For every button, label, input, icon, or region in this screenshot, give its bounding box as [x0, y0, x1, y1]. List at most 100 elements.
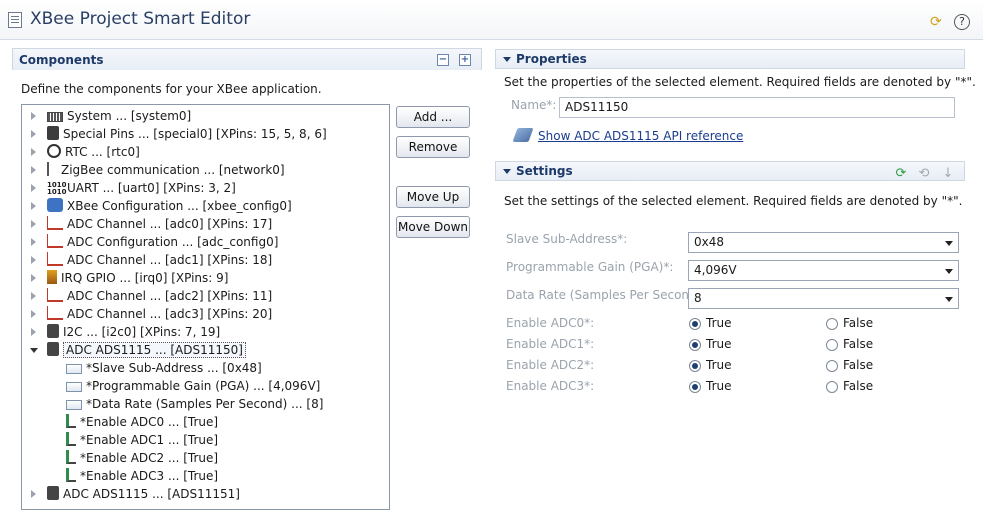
tree-item-ads11151[interactable]: ADC ADS1115 ... [ADS11151]	[31, 485, 240, 503]
refresh-icon[interactable]: ⟳	[893, 166, 909, 182]
collapse-section-icon[interactable]	[503, 169, 511, 174]
tree-item-special-pins[interactable]: Special Pins ... [special0] [XPins: 15, …	[31, 125, 327, 143]
enable-adc2-true-radio[interactable]	[689, 360, 701, 372]
tree-item-adc0[interactable]: ADC Channel ... [adc0] [XPins: 17]	[31, 215, 272, 233]
expand-arrow-icon[interactable]	[31, 220, 36, 228]
settings-description: Set the settings of the selected element…	[504, 194, 963, 208]
enable-adc0-label: Enable ADC0*:	[506, 316, 595, 330]
gain-select[interactable]: 4,096V	[688, 260, 959, 281]
enable-adc0-false-radio[interactable]	[826, 318, 838, 330]
tree-item-adc1[interactable]: ADC Channel ... [adc1] [XPins: 18]	[31, 251, 272, 269]
i2c-icon	[47, 324, 59, 338]
adc-icon	[47, 252, 63, 266]
move-down-button[interactable]: Move Down	[396, 216, 470, 238]
tree-item-adc2[interactable]: ADC Channel ... [adc2] [XPins: 11]	[31, 287, 272, 305]
slave-address-select[interactable]: 0x48	[688, 232, 959, 253]
properties-header[interactable]: Properties	[495, 49, 965, 69]
book-icon	[512, 128, 534, 142]
i2c-icon	[47, 342, 59, 356]
clock-icon	[47, 144, 61, 158]
api-reference-link[interactable]: Show ADC ADS1115 API reference	[538, 129, 743, 143]
components-tree[interactable]: System ... [system0] Special Pins ... [s…	[21, 104, 390, 510]
expand-arrow-icon[interactable]	[31, 166, 36, 174]
radio-label: False	[843, 358, 874, 372]
expand-arrow-icon[interactable]	[31, 184, 36, 192]
property-icon	[66, 364, 82, 374]
expand-arrow-icon[interactable]	[31, 256, 36, 264]
data-rate-label: Data Rate (Samples Per Second)*:	[506, 288, 712, 302]
property-icon	[66, 382, 82, 392]
add-button[interactable]: Add ...	[396, 106, 470, 128]
enable-adc1-true-radio[interactable]	[689, 339, 701, 351]
expand-arrow-icon[interactable]	[31, 202, 36, 210]
i2c-icon	[47, 486, 59, 500]
boolean-icon	[66, 468, 76, 482]
refresh-icon[interactable]: ⟳	[930, 14, 946, 30]
collapse-all-icon[interactable]: −	[437, 54, 449, 66]
radio-label: False	[843, 337, 874, 351]
enable-adc0-true-radio[interactable]	[689, 318, 701, 330]
tree-child-enable-adc2[interactable]: *Enable ADC2 ... [True]	[66, 449, 218, 467]
enable-adc3-true-radio[interactable]	[689, 381, 701, 393]
sort-icon[interactable]: ↓	[940, 166, 956, 182]
move-up-button[interactable]: Move Up	[396, 186, 470, 208]
tree-item-rtc[interactable]: RTC ... [rtc0]	[31, 143, 140, 161]
collapse-arrow-icon[interactable]	[30, 348, 38, 353]
help-icon[interactable]: ?	[954, 14, 970, 30]
reload-icon[interactable]: ⟲	[916, 166, 932, 182]
components-title: Components	[19, 53, 104, 67]
tree-child-data-rate[interactable]: *Data Rate (Samples Per Second) ... [8]	[66, 395, 323, 413]
slave-address-label: Slave Sub-Address*:	[506, 232, 628, 246]
tree-child-slave-address[interactable]: *Slave Sub-Address ... [0x48]	[66, 359, 262, 377]
tree-item-adc3[interactable]: ADC Channel ... [adc3] [XPins: 20]	[31, 305, 272, 323]
property-icon	[66, 400, 82, 410]
expand-arrow-icon[interactable]	[31, 328, 36, 336]
expand-arrow-icon[interactable]	[31, 130, 36, 138]
tree-item-uart[interactable]: 1010 1010UART ... [uart0] [XPins: 3, 2]	[31, 179, 236, 197]
enable-adc2-false-radio[interactable]	[826, 360, 838, 372]
expand-arrow-icon[interactable]	[31, 238, 36, 246]
title-bar: XBee Project Smart Editor ⟳ ?	[0, 0, 983, 40]
expand-arrow-icon[interactable]	[31, 112, 36, 120]
tree-item-irq-gpio[interactable]: IRQ GPIO ... [irq0] [XPins: 9]	[31, 269, 228, 287]
enable-adc1-false-radio[interactable]	[826, 339, 838, 351]
editor-icon	[8, 12, 22, 28]
adc-icon	[47, 216, 63, 230]
expand-arrow-icon[interactable]	[31, 274, 36, 282]
boolean-icon	[66, 414, 76, 428]
radio-label: True	[706, 337, 732, 351]
tree-child-enable-adc3[interactable]: *Enable ADC3 ... [True]	[66, 467, 218, 485]
adc-icon	[47, 288, 63, 302]
radio-label: False	[843, 379, 874, 393]
components-header: Components − +	[12, 48, 482, 70]
tree-child-enable-adc1[interactable]: *Enable ADC1 ... [True]	[66, 431, 218, 449]
expand-arrow-icon[interactable]	[31, 490, 36, 498]
expand-arrow-icon[interactable]	[31, 148, 36, 156]
adc-icon	[47, 306, 63, 320]
adc-icon	[47, 234, 63, 248]
tree-item-i2c[interactable]: I2C ... [i2c0] [XPins: 7, 19]	[31, 323, 220, 341]
boolean-icon	[66, 450, 76, 464]
tree-item-zigbee[interactable]: ZigBee communication ... [network0]	[31, 161, 285, 179]
tree-item-system[interactable]: System ... [system0]	[31, 107, 191, 125]
expand-arrow-icon[interactable]	[31, 292, 36, 300]
name-input[interactable]: ADS11150	[559, 97, 955, 118]
boolean-icon	[66, 432, 76, 446]
name-label: Name*:	[511, 98, 557, 112]
collapse-section-icon[interactable]	[503, 57, 511, 62]
uart-icon: 1010 1010	[47, 181, 67, 196]
data-rate-select[interactable]: 8	[688, 288, 959, 309]
components-description: Define the components for your XBee appl…	[21, 82, 322, 96]
enable-adc3-false-radio[interactable]	[826, 381, 838, 393]
tree-child-enable-adc0[interactable]: *Enable ADC0 ... [True]	[66, 413, 218, 431]
tree-item-xbee-configuration[interactable]: XBee Configuration ... [xbee_config0]	[31, 197, 292, 215]
tree-child-gain[interactable]: *Programmable Gain (PGA) ... [4,096V]	[66, 377, 320, 395]
radio-label: True	[706, 316, 732, 330]
remove-button[interactable]: Remove	[396, 136, 470, 158]
tree-item-ads11150[interactable]: ADC ADS1115 ... [ADS11150]	[30, 341, 246, 359]
tree-item-adc-config[interactable]: ADC Configuration ... [adc_config0]	[31, 233, 278, 251]
enable-adc1-label: Enable ADC1*:	[506, 337, 595, 351]
expand-arrow-icon[interactable]	[31, 310, 36, 318]
properties-description: Set the properties of the selected eleme…	[504, 75, 976, 89]
expand-all-icon[interactable]: +	[459, 54, 471, 66]
